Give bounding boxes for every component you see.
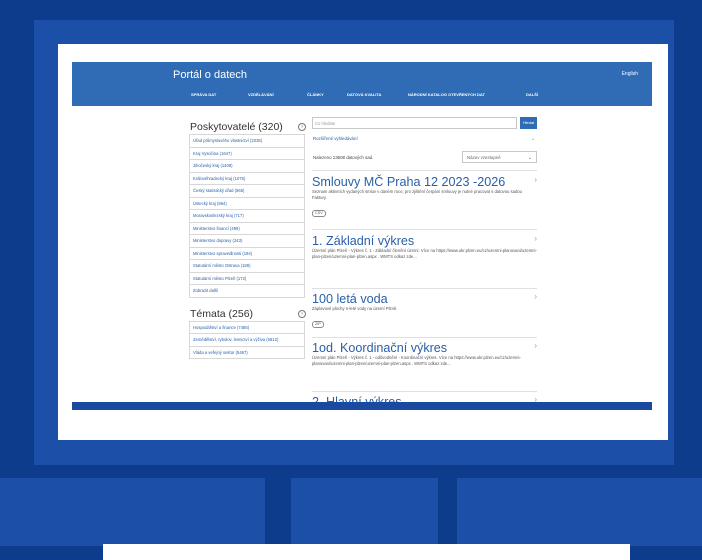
result-item[interactable]: 100 letá voda Záplavové plochy n-leté vo… xyxy=(312,292,537,330)
format-badge[interactable]: CSV xyxy=(312,210,326,217)
help-icon[interactable]: ? xyxy=(298,309,306,318)
divider xyxy=(312,391,537,392)
language-link[interactable]: English xyxy=(622,71,638,77)
chevron-right-icon[interactable]: › xyxy=(534,341,537,350)
main-nav: SPRÁVA DAT VZDĚLÁVÁNÍ ČLÁNKY DATOVÁ KVAL… xyxy=(191,92,651,102)
provider-item[interactable]: Ústecký kraj (864) xyxy=(189,197,305,210)
results-column: Co hledáte Hledat Rozšířené vyhledávání … xyxy=(312,117,537,408)
nav-dalsi[interactable]: DALŠÍ xyxy=(526,92,538,97)
site-title[interactable]: Portál o datech xyxy=(173,69,247,81)
stand-panel-middle xyxy=(291,478,438,546)
help-icon[interactable]: ? xyxy=(298,123,306,131)
provider-item[interactable]: Český statistický úřad (965) xyxy=(189,185,305,198)
result-title[interactable]: 1. Základní výkres xyxy=(312,234,537,248)
stand-panel-right xyxy=(457,478,702,546)
result-description: Územní plán Plzeň - Výkres č. 1 - odůvod… xyxy=(312,355,521,366)
search-input[interactable]: Co hledáte xyxy=(312,117,517,129)
facets-column: Poskytovatelé (320) ? Úřad průmyslového … xyxy=(189,117,306,359)
site-header: Portál o datech English SPRÁVA DAT VZDĚL… xyxy=(72,62,652,106)
nav-sprava-dat[interactable]: SPRÁVA DAT xyxy=(191,92,216,97)
search-button[interactable]: Hledat xyxy=(520,117,537,129)
themes-header: Témata (256) ? xyxy=(189,304,306,321)
divider xyxy=(312,170,537,171)
chevron-down-icon[interactable]: ⌄ xyxy=(531,136,535,142)
show-more-providers[interactable]: Zobrazit další xyxy=(189,285,305,298)
provider-item[interactable]: Kraj Vysočina (1647) xyxy=(189,147,305,160)
result-item[interactable]: Smlouvy MČ Praha 12 2023 -2026 Seznam ak… xyxy=(312,175,537,219)
result-item[interactable]: 1. Základní výkres Územní plán Plzeň - V… xyxy=(312,234,537,260)
provider-item[interactable]: Jihočeský kraj (1408) xyxy=(189,160,305,173)
result-title[interactable]: 100 letá voda xyxy=(312,292,537,306)
chevron-right-icon[interactable]: › xyxy=(534,292,537,301)
divider xyxy=(312,229,537,230)
provider-item[interactable]: Ministerstvo dopravy (243) xyxy=(189,235,305,248)
screen-bottom-bar xyxy=(72,402,652,410)
result-description: Seznam aktivních vydaných smluv v daném … xyxy=(312,189,522,200)
result-title[interactable]: Smlouvy MČ Praha 12 2023 -2026 xyxy=(312,175,537,189)
results-count: Nalezeno 13608 datových sad. xyxy=(313,155,374,160)
stand-panel-left xyxy=(0,478,265,546)
advanced-search-link[interactable]: Rozšířené vyhledávání xyxy=(313,136,358,141)
provider-item[interactable]: Statutární město Plzeň (172) xyxy=(189,272,305,285)
chevron-right-icon[interactable]: › xyxy=(534,234,537,243)
result-item[interactable]: 1od. Koordinační výkres Územní plán Plze… xyxy=(312,341,537,367)
provider-item[interactable]: Moravskoslezský kraj (717) xyxy=(189,210,305,223)
provider-item[interactable]: Královéhradecký kraj (1076) xyxy=(189,172,305,185)
themes-list: Hospodářství a finance (7485) Zemědělstv… xyxy=(189,320,305,359)
sort-select[interactable]: Název vzestupně ⌄ xyxy=(462,151,537,163)
result-title[interactable]: 1od. Koordinační výkres xyxy=(312,341,537,355)
provider-item[interactable]: Ministerstvo spravedlnosti (194) xyxy=(189,247,305,260)
chevron-right-icon[interactable]: › xyxy=(534,175,537,184)
provider-item[interactable]: Úřad průmyslového vlastnictví (2035) xyxy=(189,134,305,148)
nav-datova-kvalita[interactable]: DATOVÁ KVALITA xyxy=(347,92,381,97)
theme-item[interactable]: Zemědělství, rybolov, lesnictví a výživa… xyxy=(189,334,305,347)
providers-title: Poskytovatelé (320) xyxy=(190,121,283,133)
screen: Portál o datech English SPRÁVA DAT VZDĚL… xyxy=(72,62,652,408)
format-badge[interactable]: ZIP xyxy=(312,321,324,328)
provider-item[interactable]: Ministerstvo financí (499) xyxy=(189,222,305,235)
themes-title: Témata (256) xyxy=(190,307,254,320)
result-description: Záplavové plochy n-leté vody na území Pl… xyxy=(312,306,398,311)
nav-narodni-katalog[interactable]: NÁRODNÍ KATALOG OTEVŘENÝCH DAT xyxy=(408,92,485,97)
divider xyxy=(312,288,537,289)
theme-item[interactable]: Vláda a veřejný sektor (5467) xyxy=(189,346,305,359)
chevron-down-icon: ⌄ xyxy=(527,155,532,161)
sort-select-value: Název vzestupně xyxy=(467,155,501,160)
nav-vzdelavani[interactable]: VZDĚLÁVÁNÍ xyxy=(248,92,274,97)
result-description: Územní plán Plzeň - Výkres č. 1 - Základ… xyxy=(312,248,537,259)
monitor-base xyxy=(103,544,630,560)
nav-clanky[interactable]: ČLÁNKY xyxy=(307,92,324,97)
providers-list: Úřad průmyslového vlastnictví (2035) Kra… xyxy=(189,134,305,298)
provider-item[interactable]: Statutární město Ostrava (189) xyxy=(189,260,305,273)
theme-item[interactable]: Hospodářství a finance (7485) xyxy=(189,320,305,334)
search-row: Co hledáte Hledat xyxy=(312,117,537,130)
divider xyxy=(312,337,537,338)
providers-header: Poskytovatelé (320) ? xyxy=(189,117,306,134)
